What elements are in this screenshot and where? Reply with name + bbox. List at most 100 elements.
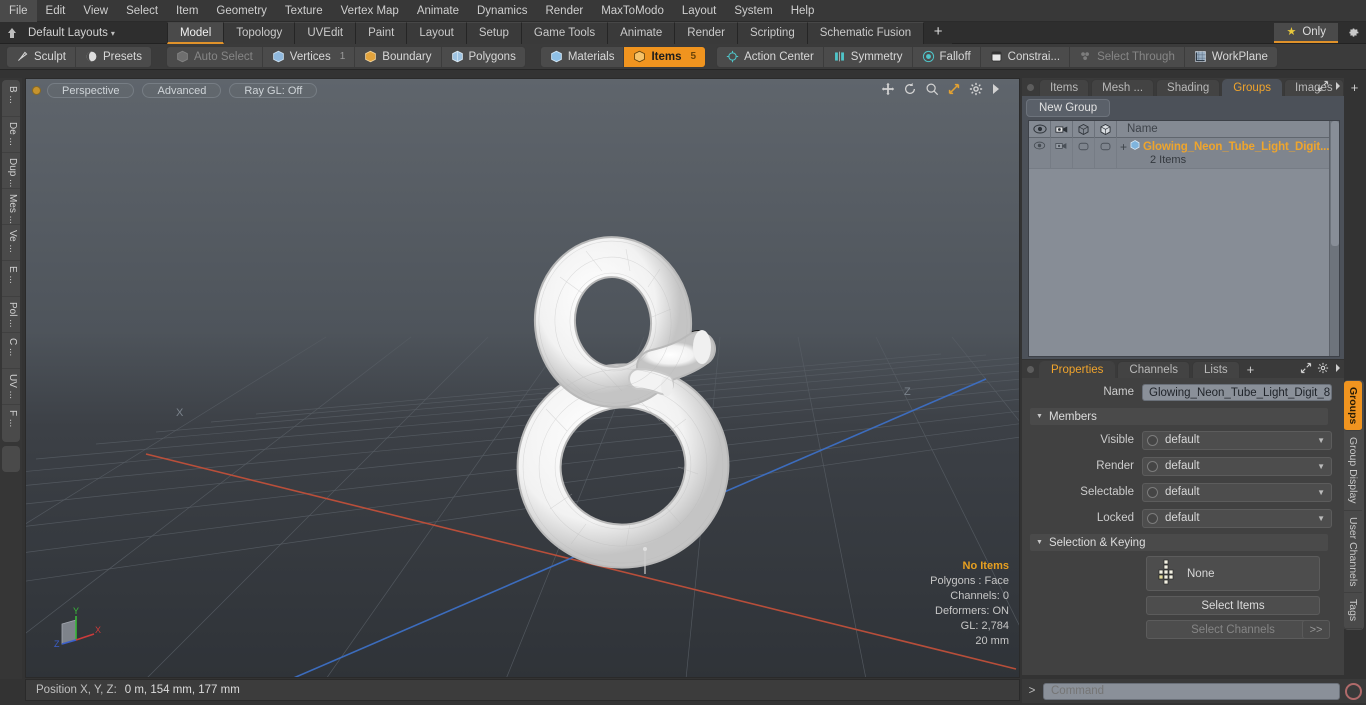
wireframe-box-icon[interactable] [1073,120,1095,138]
left-rail-tab-8[interactable]: UV ... [2,369,20,405]
menu-item-texture[interactable]: Texture [276,0,332,22]
tab-setup[interactable]: Setup [466,21,522,44]
selectable-knob-icon[interactable] [1147,486,1158,498]
left-rail-tab-5[interactable]: E ... [2,261,20,297]
tab-items[interactable]: Items [1039,79,1090,96]
new-group-button[interactable]: New Group [1026,99,1111,117]
right-rail-tab-tags[interactable]: Tags [1344,593,1362,629]
chevron-right-icon[interactable] [1334,81,1342,94]
name-field[interactable]: Glowing_Neon_Tube_Light_Digit_8 (3) [1142,383,1332,401]
row-expander[interactable]: + [1120,141,1127,153]
tab-groups[interactable]: Groups [1222,79,1282,96]
expand-icon[interactable] [1317,80,1329,95]
record-icon[interactable] [1345,682,1362,700]
tab-render[interactable]: Render [675,21,738,44]
table-row[interactable]: + Glowing_Neon_Tube_Light_Digit... 2 Ite… [1029,138,1330,169]
left-rail-extra-button[interactable] [2,446,20,472]
left-rail-tab-4[interactable]: Ve ... [2,225,20,261]
left-rail-tab-6[interactable]: Pol ... [2,297,20,333]
row-shaded-toggle[interactable] [1095,138,1117,168]
locked-dropdown[interactable]: default ▼ [1142,508,1332,528]
tab-game-tools[interactable]: Game Tools [521,21,609,44]
menu-item-item[interactable]: Item [167,0,207,22]
tab-paint[interactable]: Paint [356,21,408,44]
left-rail-tab-1[interactable]: De ... [2,117,20,153]
tab-channels[interactable]: Channels [1117,361,1191,378]
gear-icon[interactable] [1317,362,1329,377]
menu-item-geometry[interactable]: Geometry [207,0,276,22]
menu-item-view[interactable]: View [74,0,117,22]
tab-topology[interactable]: Topology [224,21,296,44]
fit-icon[interactable] [947,82,961,99]
eye-icon[interactable] [1029,120,1051,138]
tool-boundary[interactable]: Boundary [355,46,442,67]
zoom-icon[interactable] [925,82,939,99]
tab-animate[interactable]: Animate [608,21,676,44]
selection-set-field[interactable]: None [1146,556,1320,591]
menu-item-vertex-map[interactable]: Vertex Map [332,0,408,22]
visible-dropdown[interactable]: default ▼ [1142,430,1332,450]
home-icon[interactable] [0,22,24,44]
groups-list[interactable]: Name + Glowing_Neon_Tube_Light_Digit... … [1028,120,1340,357]
left-rail-tab-7[interactable]: C ... [2,333,20,369]
right-rail-tab-user-channels[interactable]: User Channels [1344,511,1362,594]
tab-lists[interactable]: Lists [1192,361,1240,378]
rotate-icon[interactable] [903,82,917,99]
tool-symmetry[interactable]: Symmetry [824,46,913,67]
add-panel-tab-button[interactable]: + [1346,80,1364,96]
tool-materials[interactable]: Materials [541,46,625,67]
row-wireframe-toggle[interactable] [1073,138,1095,168]
menu-item-file[interactable]: File [0,0,37,22]
tool-constraint[interactable]: Constrai... [981,46,1071,67]
select-items-button[interactable]: Select Items [1146,596,1320,615]
render-knob-icon[interactable] [1147,460,1158,472]
right-rail-tab-group-display[interactable]: Group Display [1344,431,1362,511]
viewport-perspective-selector[interactable]: Perspective [47,82,135,98]
tab-mesh[interactable]: Mesh ... [1091,79,1155,96]
tab-properties[interactable]: Properties [1039,361,1116,378]
tab-scripting[interactable]: Scripting [737,21,808,44]
tool-presets[interactable]: Presets [76,47,151,67]
menu-item-animate[interactable]: Animate [408,0,468,22]
tool-action-center[interactable]: Action Center [717,46,824,67]
tool-items[interactable]: Items 5 [624,46,706,67]
render-dropdown[interactable]: default ▼ [1142,456,1332,476]
tool-polygons[interactable]: Polygons [442,47,525,67]
forward-button[interactable]: >> [1302,620,1330,639]
chevron-right-icon[interactable] [1334,363,1342,376]
menu-item-system[interactable]: System [725,0,781,22]
menu-item-maxtomodo[interactable]: MaxToModo [592,0,673,22]
tool-workplane[interactable]: WorkPlane [1185,47,1277,67]
scrollbar-thumb[interactable] [1331,121,1340,246]
render-icon[interactable] [1051,120,1073,138]
left-rail-tab-2[interactable]: Dup ... [2,153,20,189]
left-rail-tab-9[interactable]: F ... [2,405,20,441]
menu-item-select[interactable]: Select [117,0,167,22]
viewport-shading-selector[interactable]: Advanced [142,82,222,98]
move-icon[interactable] [881,82,895,99]
tool-sculpt[interactable]: Sculpt [7,46,76,67]
menu-item-edit[interactable]: Edit [37,0,75,22]
tool-select-through[interactable]: Select Through [1070,46,1185,67]
tab-shading[interactable]: Shading [1156,79,1221,96]
left-rail-tab-3[interactable]: Mes ... [2,189,20,225]
tool-falloff[interactable]: Falloff [913,46,981,67]
expand-icon[interactable] [1300,362,1312,377]
command-input[interactable] [1043,682,1340,700]
tool-vertices[interactable]: Vertices 1 [263,46,356,67]
tab-layout[interactable]: Layout [407,21,467,44]
members-section-header[interactable]: ▼ Members [1030,408,1328,425]
tab-model[interactable]: Model [166,21,225,44]
shaded-box-icon[interactable] [1095,120,1117,138]
tab-uvedit[interactable]: UVEdit [295,21,357,44]
default-layouts-dropdown[interactable]: Default Layouts ▾ [24,22,123,44]
tab-schematic-fusion[interactable]: Schematic Fusion [807,21,925,44]
left-rail-tab-0[interactable]: B ... [2,81,20,117]
menu-item-dynamics[interactable]: Dynamics [468,0,536,22]
menu-item-layout[interactable]: Layout [673,0,726,22]
play-icon[interactable] [991,83,1001,98]
panel-menu-dot[interactable] [1027,84,1034,91]
selectable-dropdown[interactable]: default ▼ [1142,482,1332,502]
add-tab-button[interactable]: + [924,21,953,44]
menu-item-help[interactable]: Help [782,0,824,22]
